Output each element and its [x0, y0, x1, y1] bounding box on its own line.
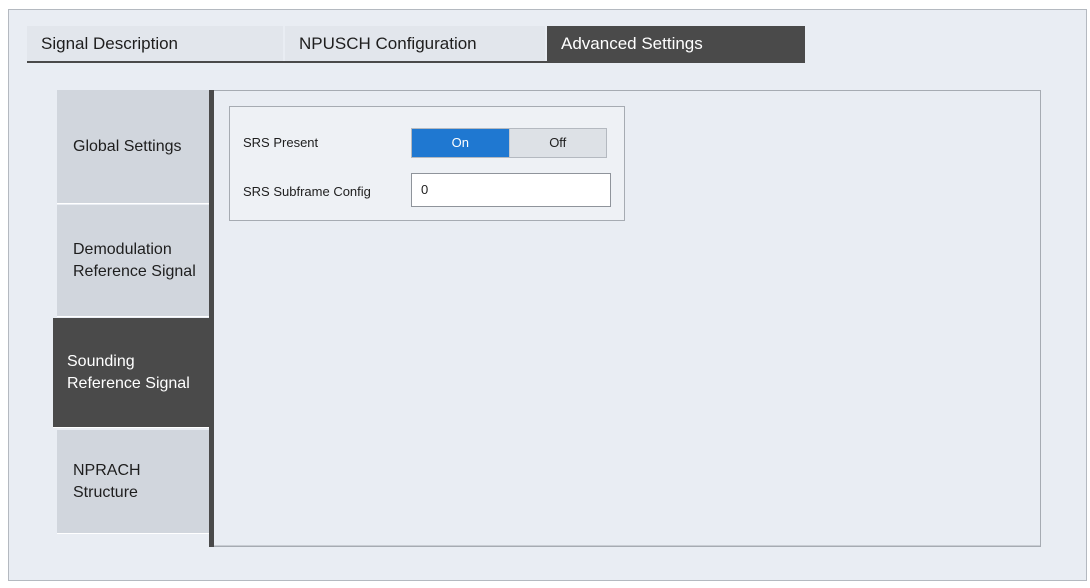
tab-advanced-settings[interactable]: Advanced Settings: [547, 26, 805, 62]
sidebar-item-global-settings[interactable]: Global Settings: [57, 90, 209, 204]
srs-subframe-config-field[interactable]: 0: [411, 173, 611, 207]
sidebar-item-label: Sounding Reference Signal: [67, 352, 190, 392]
tab-signal-description[interactable]: Signal Description: [27, 26, 283, 62]
tab-bar-underline: [27, 61, 805, 63]
srs-subframe-config-label: SRS Subframe Config: [243, 184, 371, 199]
sidebar-item-label: Demodulation Reference Signal: [73, 240, 196, 280]
sidebar-item-label: NPRACH Structure: [73, 461, 141, 501]
sidebar-item-sounding-reference-signal[interactable]: Sounding Reference Signal: [53, 318, 211, 428]
content-panel-divider: [209, 90, 214, 547]
sidebar-item-demodulation-reference-signal[interactable]: Demodulation Reference Signal: [57, 205, 209, 317]
srs-present-label: SRS Present: [243, 135, 319, 150]
tab-npusch-configuration[interactable]: NPUSCH Configuration: [285, 26, 545, 62]
srs-present-off-option[interactable]: Off: [508, 129, 607, 157]
srs-present-on-option[interactable]: On: [412, 129, 509, 157]
sidebar-item-nprach-structure[interactable]: NPRACH Structure: [57, 430, 209, 534]
sidebar-item-label: Global Settings: [73, 137, 182, 155]
srs-present-toggle[interactable]: On Off: [411, 128, 607, 158]
